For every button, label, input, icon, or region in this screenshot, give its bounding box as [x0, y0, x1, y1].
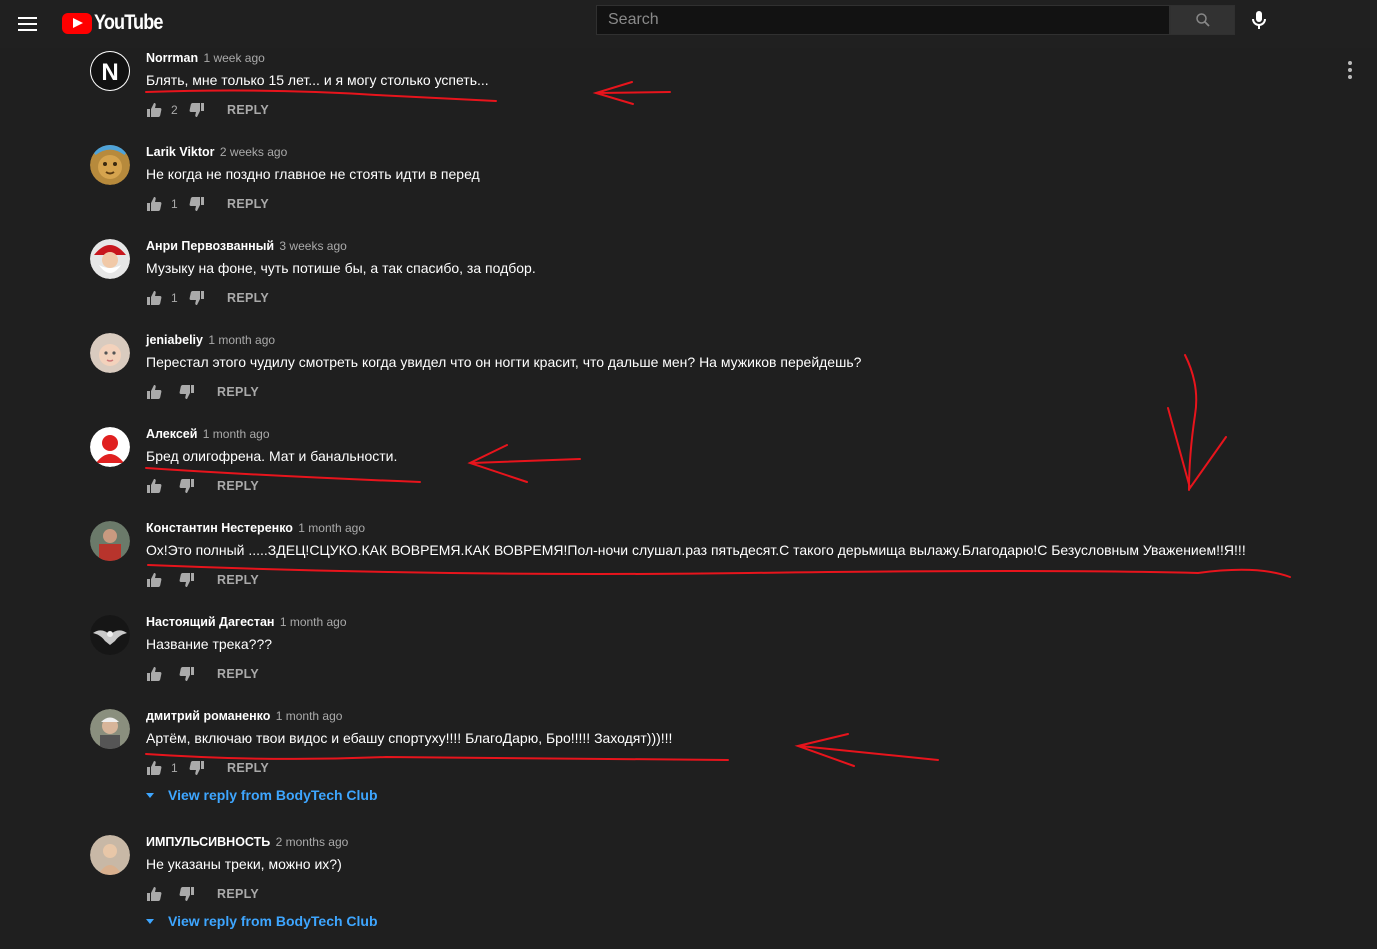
thumbs-up-icon[interactable] [146, 572, 162, 588]
comment-author[interactable]: Алексей [146, 427, 197, 441]
masthead: YouTube [0, 0, 1377, 48]
like-count: 1 [171, 291, 178, 305]
search-icon [1196, 13, 1210, 27]
comment-author[interactable]: Larik Viktor [146, 145, 215, 159]
comment-time[interactable]: 1 month ago [276, 709, 343, 723]
comment-text: Название трека??? [146, 636, 273, 652]
comment-time[interactable]: 2 months ago [276, 835, 349, 849]
comment-time[interactable]: 1 month ago [203, 427, 270, 441]
like-count: 1 [171, 761, 178, 775]
reply-button[interactable]: REPLY [217, 573, 259, 587]
like-count: 2 [171, 103, 178, 117]
chevron-down-icon [146, 918, 154, 924]
search-input[interactable] [596, 5, 1170, 35]
more-options-icon[interactable] [1340, 58, 1360, 82]
avatar[interactable] [90, 145, 130, 185]
thumbs-down-icon[interactable] [189, 196, 205, 212]
comment-text: Не когда не поздно главное не стоять идт… [146, 166, 480, 182]
view-replies-label: View reply from BodyTech Club [168, 913, 378, 929]
comment-text: Бред олигофрена. Мат и банальности. [146, 448, 398, 464]
thumbs-down-icon[interactable] [189, 290, 205, 306]
reply-button[interactable]: REPLY [217, 667, 259, 681]
avatar[interactable] [90, 239, 130, 279]
thumbs-down-icon[interactable] [179, 572, 195, 588]
reply-button[interactable]: REPLY [217, 385, 259, 399]
comment-time[interactable]: 1 month ago [280, 615, 347, 629]
thumbs-down-icon[interactable] [179, 384, 195, 400]
comment-text: Артём, включаю твои видос и ебашу спорту… [146, 730, 673, 746]
comment-time[interactable]: 3 weeks ago [279, 239, 346, 253]
reply-button[interactable]: REPLY [217, 479, 259, 493]
thumbs-up-icon[interactable] [146, 478, 162, 494]
view-replies-label: View reply from BodyTech Club [168, 787, 378, 803]
comment-text: Перестал этого чудилу смотреть когда уви… [146, 354, 862, 370]
like-count: 1 [171, 197, 178, 211]
avatar[interactable] [90, 709, 130, 749]
comment-text: Блять, мне только 15 лет... и я могу сто… [146, 72, 489, 88]
avatar[interactable] [90, 333, 130, 373]
svg-text:N: N [101, 59, 118, 86]
thumbs-down-icon[interactable] [189, 102, 205, 118]
reply-button[interactable]: REPLY [227, 103, 269, 117]
thumbs-up-icon[interactable] [146, 886, 162, 902]
thumbs-up-icon[interactable] [146, 102, 162, 118]
thumbs-up-icon[interactable] [146, 196, 162, 212]
thumbs-down-icon[interactable] [179, 886, 195, 902]
thumbs-down-icon[interactable] [189, 760, 205, 776]
reply-button[interactable]: REPLY [227, 291, 269, 305]
youtube-play-icon [62, 12, 92, 34]
avatar[interactable] [90, 521, 130, 561]
comment-time[interactable]: 1 month ago [208, 333, 275, 347]
chevron-down-icon [146, 792, 154, 798]
reply-button[interactable]: REPLY [217, 887, 259, 901]
comment-author[interactable]: Анри Первозванный [146, 239, 274, 253]
comment-time[interactable]: 1 month ago [298, 521, 365, 535]
avatar[interactable] [90, 835, 130, 875]
logo-text: YouTube [94, 11, 163, 34]
reply-button[interactable]: REPLY [227, 197, 269, 211]
view-replies-button[interactable]: View reply from BodyTech Club [146, 911, 1326, 931]
avatar[interactable]: N [90, 51, 130, 91]
view-replies-button[interactable]: View reply from BodyTech Club [146, 785, 1326, 805]
thumbs-up-icon[interactable] [146, 760, 162, 776]
hamburger-menu-icon[interactable] [16, 12, 40, 36]
comment-text: Музыку на фоне, чуть потише бы, а так сп… [146, 260, 536, 276]
comment-author[interactable]: Настоящий Дагестан [146, 615, 274, 629]
search-button[interactable] [1170, 5, 1235, 35]
thumbs-down-icon[interactable] [179, 666, 195, 682]
thumbs-up-icon[interactable] [146, 384, 162, 400]
comment-author[interactable]: jeniabeliy [146, 333, 203, 347]
comment-time[interactable]: 2 weeks ago [220, 145, 287, 159]
reply-button[interactable]: REPLY [227, 761, 269, 775]
comment-author[interactable]: Константин Нестеренко [146, 521, 293, 535]
comment-author[interactable]: Norrman [146, 51, 198, 65]
comment-text: Ох!Это полный .....ЗДЕЦ!СЦУКО.КАК ВОВРЕМ… [146, 542, 1246, 558]
comment-author[interactable]: дмитрий романенко [146, 709, 270, 723]
microphone-icon[interactable] [1247, 8, 1271, 32]
thumbs-up-icon[interactable] [146, 290, 162, 306]
comment-text: Не указаны треки, можно их?) [146, 856, 342, 872]
thumbs-up-icon[interactable] [146, 666, 162, 682]
avatar[interactable] [90, 427, 130, 467]
comment-author[interactable]: ИМПУЛЬСИВНОСТЬ [146, 835, 270, 849]
youtube-logo[interactable]: YouTube [62, 9, 174, 37]
avatar[interactable] [90, 615, 130, 655]
thumbs-down-icon[interactable] [179, 478, 195, 494]
comment-time[interactable]: 1 week ago [203, 51, 264, 65]
